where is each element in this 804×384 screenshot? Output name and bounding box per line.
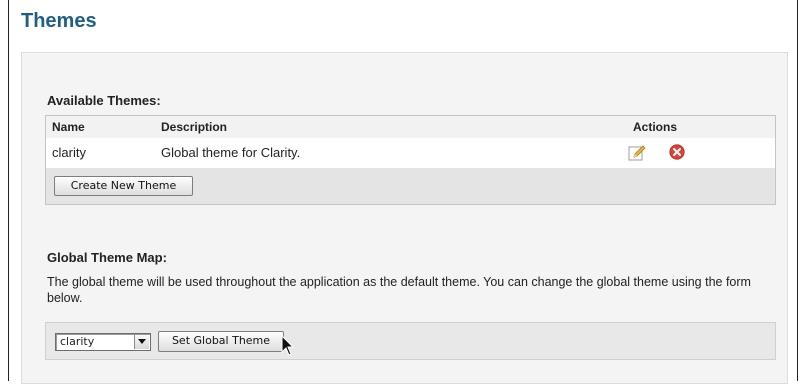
column-header-description: Description xyxy=(161,120,228,134)
theme-description-cell: Global theme for Clarity. xyxy=(161,145,301,160)
global-theme-select[interactable]: clarity xyxy=(55,333,151,351)
available-themes-heading: Available Themes: xyxy=(47,93,161,108)
global-theme-form: clarity Set Global Theme xyxy=(45,322,776,360)
theme-name-cell: clarity xyxy=(52,145,86,160)
set-global-theme-button[interactable]: Set Global Theme xyxy=(158,331,284,352)
global-theme-select-value: clarity xyxy=(60,335,95,348)
edit-icon[interactable] xyxy=(628,144,646,162)
mouse-cursor-icon xyxy=(281,334,295,357)
chevron-down-icon[interactable] xyxy=(134,335,149,349)
global-theme-map-heading: Global Theme Map: xyxy=(47,250,167,265)
themes-table: Name Description Actions clarity Global … xyxy=(45,115,776,205)
global-theme-description: The global theme will be used throughout… xyxy=(47,275,751,305)
table-row: clarity Global theme for Clarity. xyxy=(46,138,775,169)
table-header-row: Name Description Actions xyxy=(46,116,775,139)
delete-icon[interactable] xyxy=(669,144,685,160)
column-header-actions: Actions xyxy=(633,120,678,134)
create-new-theme-button[interactable]: Create New Theme xyxy=(54,176,193,196)
column-header-name: Name xyxy=(52,120,85,134)
page-title: Themes xyxy=(21,10,97,32)
table-footer: Create New Theme xyxy=(46,168,775,204)
